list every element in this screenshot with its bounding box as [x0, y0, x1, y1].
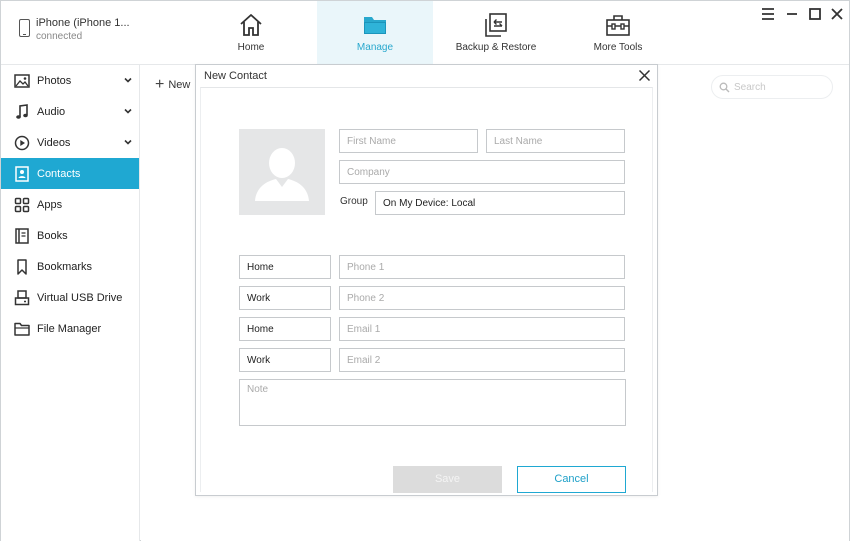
book-icon: [13, 227, 30, 244]
phone-icon: [19, 19, 30, 37]
email-2-type-select[interactable]: [239, 348, 331, 372]
company-field[interactable]: [339, 160, 625, 184]
tab-more-tools[interactable]: More Tools: [559, 1, 677, 64]
sidebar-item-audio[interactable]: Audio: [1, 96, 139, 127]
phone-2-type-select[interactable]: [239, 286, 331, 310]
sidebar-item-label: Bookmarks: [37, 260, 93, 273]
sidebar-item-label: Books: [37, 229, 68, 242]
sidebar-item-label: Virtual USB Drive: [37, 291, 123, 304]
cancel-button[interactable]: Cancel: [517, 466, 626, 493]
photo-icon: [13, 72, 30, 89]
dialog-body: Group Save Cancel: [200, 87, 653, 493]
sidebar-item-books[interactable]: Books: [1, 220, 139, 251]
home-icon: [238, 12, 264, 38]
sidebar-item-videos[interactable]: Videos: [1, 127, 139, 158]
close-icon[interactable]: [638, 69, 651, 82]
tab-home[interactable]: Home: [191, 1, 311, 64]
plus-icon: +: [155, 76, 165, 93]
minimize-icon[interactable]: [784, 6, 800, 22]
sidebar-item-file-manager[interactable]: File Manager: [1, 313, 139, 344]
sidebar-item-photos[interactable]: Photos: [1, 65, 139, 96]
app-window: iPhone (iPhone 1... connected Home Manag…: [0, 0, 850, 541]
group-select[interactable]: [375, 191, 625, 215]
menu-icon[interactable]: [760, 6, 776, 22]
contact-photo-placeholder[interactable]: [239, 129, 325, 215]
top-bar: iPhone (iPhone 1... connected Home Manag…: [1, 1, 849, 65]
tab-backup-label: Backup & Restore: [455, 42, 537, 53]
sidebar-item-label: Videos: [37, 136, 71, 149]
dialog-title: New Contact: [204, 70, 267, 82]
backup-restore-icon: [483, 12, 509, 38]
contact-card-icon: [13, 165, 30, 182]
person-silhouette-icon: [255, 148, 309, 201]
sidebar: Photos Audio Videos Contacts Apps Books …: [1, 65, 140, 541]
sidebar-item-bookmarks[interactable]: Bookmarks: [1, 251, 139, 282]
sidebar-item-contacts[interactable]: Contacts: [1, 158, 139, 189]
search-icon: [719, 82, 730, 93]
email-1-type-select[interactable]: [239, 317, 331, 341]
device-status: connected: [36, 31, 83, 42]
maximize-icon[interactable]: [807, 6, 823, 22]
phone-1-type-select[interactable]: [239, 255, 331, 279]
chevron-down-icon[interactable]: [123, 137, 133, 147]
email-1-field[interactable]: [339, 317, 625, 341]
play-circle-icon: [13, 134, 30, 151]
tab-manage-label: Manage: [356, 42, 394, 53]
group-label: Group: [340, 196, 368, 207]
toolbox-icon: [605, 12, 631, 38]
apps-grid-icon: [13, 196, 30, 213]
email-2-field[interactable]: [339, 348, 625, 372]
tab-backup-restore[interactable]: Backup & Restore: [437, 1, 555, 64]
note-field[interactable]: [239, 379, 626, 426]
tab-home-label: Home: [237, 42, 265, 53]
usb-drive-icon: [13, 289, 30, 306]
device-name: iPhone (iPhone 1...: [36, 17, 130, 29]
folder-icon: [362, 12, 388, 38]
sidebar-item-label: Audio: [37, 105, 66, 118]
first-name-field[interactable]: [339, 129, 478, 153]
save-button[interactable]: Save: [393, 466, 502, 493]
sidebar-item-label: Contacts: [37, 167, 81, 180]
chevron-down-icon[interactable]: [123, 75, 133, 85]
phone-2-field[interactable]: [339, 286, 625, 310]
device-info[interactable]: iPhone (iPhone 1... connected: [17, 15, 147, 47]
sidebar-item-label: File Manager: [37, 322, 102, 335]
music-note-icon: [13, 103, 30, 120]
search-input[interactable]: [734, 79, 826, 95]
sidebar-item-label: Photos: [37, 74, 72, 87]
search-box[interactable]: [711, 75, 833, 99]
chevron-down-icon[interactable]: [123, 106, 133, 116]
close-icon[interactable]: [829, 6, 845, 22]
bookmark-icon: [13, 258, 30, 275]
sidebar-item-label: Apps: [37, 198, 63, 211]
new-button-label: New: [168, 79, 191, 91]
sidebar-item-virtual-usb-drive[interactable]: Virtual USB Drive: [1, 282, 139, 313]
new-contact-dialog: New Contact Group: [195, 64, 658, 496]
tab-manage[interactable]: Manage: [317, 1, 433, 64]
tab-tools-label: More Tools: [593, 42, 643, 53]
sidebar-item-apps[interactable]: Apps: [1, 189, 139, 220]
new-contact-button[interactable]: + New: [155, 76, 191, 93]
folder-outline-icon: [13, 320, 30, 337]
last-name-field[interactable]: [486, 129, 625, 153]
phone-1-field[interactable]: [339, 255, 625, 279]
